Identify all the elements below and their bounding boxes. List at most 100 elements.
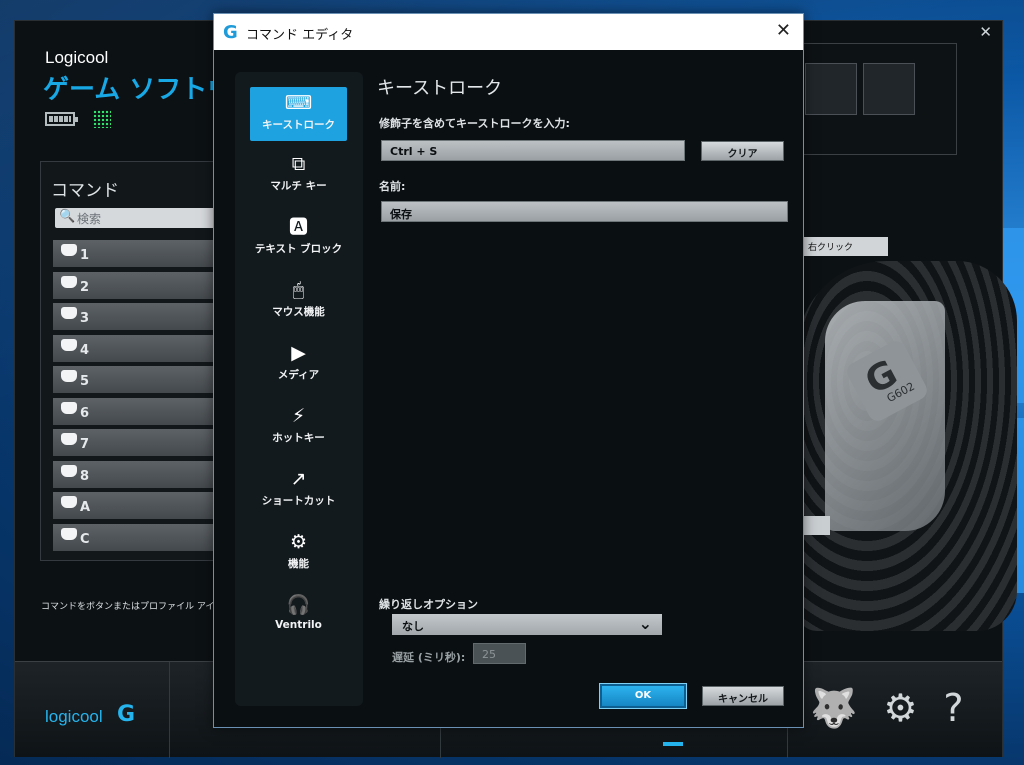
command-item-label: A	[80, 500, 91, 515]
sidebar-item-text-block[interactable]: 🅰 テキスト ブロック	[250, 215, 347, 269]
sidebar-item-shortcut[interactable]: ↗ ショートカット	[250, 467, 347, 521]
command-editor-dialog: G コマンド エディタ ✕ ⌨ キーストローク ⧉ マルチ キー 🅰 テキスト …	[213, 13, 804, 728]
sidebar-item-function[interactable]: ⚙ 機能	[250, 530, 347, 584]
dialog-title: コマンド エディタ	[246, 28, 354, 43]
bottom-icons: 🐺 ⚙ ?	[810, 686, 964, 730]
sidebar-item-multikey[interactable]: ⧉ マルチ キー	[250, 152, 347, 206]
sidebar-item-ventrilo[interactable]: 🎧 Ventrilo	[250, 593, 347, 647]
g-logo-icon: G	[223, 22, 238, 43]
function-gear-icon: ⚙	[289, 531, 308, 553]
repeat-options-value: なし	[402, 620, 424, 633]
command-item[interactable]: 2	[53, 271, 221, 299]
command-type-sidebar: ⌨ キーストローク ⧉ マルチ キー 🅰 テキスト ブロック 🖱 マウス機能 ▶…	[235, 72, 363, 706]
command-item[interactable]: 4	[53, 334, 221, 362]
help-icon[interactable]: ?	[943, 686, 963, 730]
keystroke-label: 修飾子を含めてキーストロークを入力:	[379, 117, 570, 130]
multikey-icon: ⧉	[291, 153, 306, 175]
g-logo-icon: G	[117, 702, 136, 727]
command-item-label: 3	[80, 311, 90, 326]
command-item[interactable]: 1	[53, 240, 221, 267]
divider	[169, 662, 170, 758]
keycap-icon	[61, 527, 77, 540]
command-item-label: 2	[80, 279, 90, 295]
repeat-options-label: 繰り返しオプション	[379, 598, 478, 611]
hotkey-icon: ⚡	[291, 405, 306, 427]
settings-gear-icon[interactable]: ⚙	[883, 686, 917, 730]
delay-label: 遅延 (ミリ秒):	[392, 651, 466, 664]
sidebar-item-label: キーストローク	[262, 119, 335, 131]
command-item[interactable]: C	[53, 523, 221, 551]
text-block-icon: 🅰	[288, 216, 308, 238]
search-icon: 🔍	[59, 209, 76, 224]
mouse-icon: 🖱	[292, 279, 305, 301]
command-item[interactable]: 8	[53, 460, 221, 488]
command-item-label: 8	[80, 468, 90, 484]
cancel-button[interactable]: キャンセル	[702, 686, 784, 706]
sidebar-item-mouse-function[interactable]: 🖱 マウス機能	[250, 278, 347, 332]
app-close-icon[interactable]: ✕	[979, 23, 992, 41]
keycap-icon	[61, 433, 77, 445]
wireless-signal-icon	[93, 110, 111, 128]
keycap-icon: ⌨	[284, 92, 313, 114]
keycap-icon	[61, 338, 77, 351]
clear-button[interactable]: クリア	[701, 141, 784, 161]
keycap-icon	[61, 496, 77, 508]
wolf-icon[interactable]: 🐺	[810, 686, 857, 730]
name-label: 名前:	[379, 180, 406, 193]
command-item-label: 1	[80, 248, 90, 263]
name-field[interactable]: 保存	[381, 201, 788, 222]
sidebar-item-label: ホットキー	[272, 432, 325, 444]
command-item-label: C	[80, 531, 90, 547]
mouse-image: G602	[797, 261, 1017, 631]
headset-icon: 🎧	[286, 594, 311, 616]
command-item-label: 4	[80, 342, 90, 358]
keystroke-field[interactable]: Ctrl + S	[381, 140, 685, 161]
section-title: キーストローク	[377, 78, 503, 99]
button-tag[interactable]	[804, 516, 830, 535]
logicool-logo: logicool	[45, 707, 103, 726]
command-item[interactable]: 6	[53, 397, 221, 425]
shortcut-arrow-icon: ↗	[290, 468, 307, 490]
sidebar-item-label: 機能	[288, 558, 309, 570]
search-placeholder: 検索	[77, 212, 102, 226]
command-item[interactable]: 7	[53, 429, 221, 456]
mouse-model: G602	[884, 379, 917, 406]
keycap-icon	[61, 370, 77, 382]
command-item-label: 5	[80, 374, 90, 389]
ok-button[interactable]: OK	[599, 683, 687, 709]
sidebar-item-media[interactable]: ▶ メディア	[250, 341, 347, 395]
play-icon: ▶	[291, 342, 306, 364]
command-item[interactable]: A	[53, 492, 221, 519]
assign-hint-text: コマンドをボタンまたはプロファイル アイ	[41, 602, 215, 612]
sidebar-item-label: メディア	[277, 369, 320, 381]
profile-slot[interactable]	[805, 63, 857, 115]
profile-slot[interactable]	[863, 63, 915, 115]
commands-title: コマンド	[51, 181, 119, 201]
repeat-options-select[interactable]: なし ⌄	[392, 614, 662, 635]
command-item-label: 7	[80, 437, 90, 452]
command-search-input[interactable]: 🔍 検索	[55, 208, 220, 228]
delay-field[interactable]: 25	[473, 643, 526, 664]
sidebar-item-label: マルチ キー	[270, 180, 327, 192]
command-item-label: 6	[80, 405, 90, 421]
command-item[interactable]: 5	[53, 366, 221, 393]
sidebar-item-keystroke[interactable]: ⌨ キーストローク	[250, 87, 347, 141]
keycap-icon	[61, 464, 77, 477]
command-item[interactable]: 3	[53, 303, 221, 330]
dialog-titlebar[interactable]: G コマンド エディタ ✕	[214, 14, 803, 50]
sidebar-item-label: マウス機能	[272, 306, 325, 318]
chevron-down-icon: ⌄	[638, 614, 652, 633]
brand-name: Logicool	[45, 48, 109, 67]
sidebar-item-hotkey[interactable]: ⚡ ホットキー	[250, 404, 347, 458]
close-icon[interactable]: ✕	[776, 20, 791, 41]
right-click-label[interactable]: 右クリック	[804, 237, 888, 256]
page-indicator[interactable]	[663, 742, 683, 746]
battery-icon	[45, 112, 78, 126]
app-title: ゲーム ソフトウ	[43, 75, 234, 105]
keycap-icon	[61, 401, 77, 414]
sidebar-item-label: Ventrilo	[275, 619, 322, 631]
keycap-icon	[61, 307, 77, 319]
sidebar-item-label: テキスト ブロック	[254, 243, 343, 255]
keycap-icon	[61, 244, 77, 256]
sidebar-item-label: ショートカット	[261, 495, 336, 507]
